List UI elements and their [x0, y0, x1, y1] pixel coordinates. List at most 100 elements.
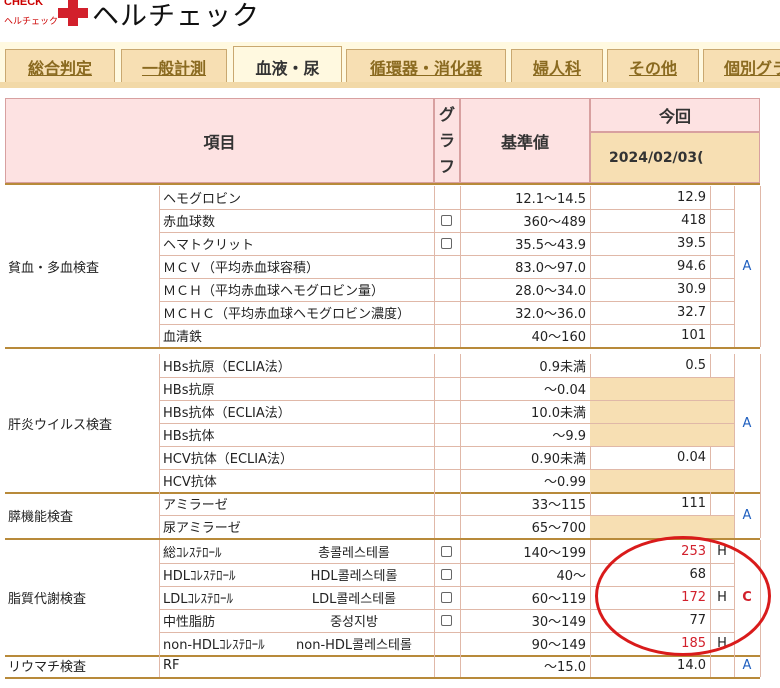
item-name: ＭＣＨ（平均赤血球ヘモグロビン量）: [163, 284, 385, 299]
high-flag: [710, 654, 734, 677]
column-divider: [159, 654, 160, 677]
item-name: 血清鉄: [163, 330, 203, 345]
result-value: [590, 515, 710, 538]
tab-general-measurement[interactable]: 一般計測: [121, 49, 227, 83]
category-label: 脂質代謝検査: [8, 592, 87, 607]
reference-range: 10.0未満: [531, 406, 586, 421]
item-name: HBs抗原（ECLIA法）: [163, 360, 291, 375]
high-flag: [710, 278, 734, 301]
header-date: 2024/02/03(: [590, 132, 760, 183]
annotation-circle: [595, 536, 771, 656]
column-divider: [434, 654, 435, 677]
group-separator: [5, 677, 760, 679]
result-value: 32.7: [677, 305, 706, 320]
tab-individual-graph[interactable]: 個別グラ: [703, 49, 780, 83]
graph-checkbox[interactable]: [441, 215, 452, 226]
grade-label: A: [742, 415, 752, 431]
column-divider: [434, 186, 435, 347]
result-value: 101: [681, 328, 706, 343]
reference-range: 140～199: [523, 546, 586, 561]
item-translation: 총콜레스테롤: [318, 546, 390, 561]
column-divider: [734, 354, 735, 492]
high-flag: [710, 209, 734, 232]
reference-range: ～9.9: [552, 429, 586, 444]
reference-range: 60～119: [531, 592, 586, 607]
graph-checkbox[interactable]: [441, 546, 452, 557]
column-divider: [760, 654, 761, 677]
reference-range: 33～115: [531, 498, 586, 513]
red-cross-icon: [58, 0, 88, 26]
high-flag: [710, 255, 734, 278]
result-value: 12.9: [677, 190, 706, 205]
category-label: 膵機能検査: [8, 509, 74, 525]
high-flag: [710, 469, 734, 492]
header-reference: 基準値: [460, 98, 590, 183]
grade-label: A: [742, 658, 752, 673]
result-value: [590, 423, 710, 446]
item-translation: HDL콜레스테롤: [310, 569, 398, 584]
item-translation: 중성지방: [330, 615, 378, 630]
result-value: 418: [681, 213, 706, 228]
group-separator: [5, 347, 760, 349]
graph-checkbox[interactable]: [441, 615, 452, 626]
result-value: [590, 469, 710, 492]
result-value: 14.0: [677, 658, 706, 673]
column-divider: [434, 540, 435, 655]
header-item: 項目: [5, 98, 434, 183]
result-value: [590, 400, 710, 423]
high-flag: [710, 301, 734, 324]
app-title: ヘルチェック: [92, 1, 260, 32]
high-flag: [710, 400, 734, 423]
category-label: 貧血・多血検査: [8, 261, 100, 276]
reference-range: 360～489: [523, 215, 586, 230]
column-divider: [159, 186, 160, 347]
tab-blood-urine[interactable]: 血液・尿: [233, 46, 342, 86]
header-graph: グ ラ フ: [434, 98, 460, 183]
grade-label: A: [742, 259, 752, 274]
tab-underline: [0, 82, 780, 88]
reference-range: 83.0～97.0: [515, 261, 586, 276]
graph-checkbox[interactable]: [441, 592, 452, 603]
tab-other[interactable]: その他: [607, 49, 699, 83]
item-name: アミラーゼ: [163, 498, 228, 513]
graph-checkbox[interactable]: [441, 569, 452, 580]
result-value: 39.5: [677, 236, 706, 251]
reference-range: ～15.0: [544, 660, 586, 675]
item-translation: LDL콜레스테롤: [311, 592, 397, 607]
column-divider: [760, 354, 761, 492]
header-graph-3: フ: [438, 156, 455, 176]
tab-overall[interactable]: 総合判定: [5, 49, 115, 83]
item-name: HCV抗体: [163, 475, 217, 490]
reference-range: 40～160: [531, 330, 586, 345]
high-flag: [710, 324, 734, 347]
item-name: 赤血球数: [163, 215, 216, 230]
reference-range: 32.0～36.0: [515, 307, 586, 322]
grade-label: A: [742, 507, 752, 523]
result-value: [590, 377, 710, 400]
item-name: RF: [163, 658, 180, 673]
high-flag: [710, 186, 734, 209]
column-divider: [159, 540, 160, 655]
item-name: ＭＣＶ（平均赤血球容積）: [163, 261, 320, 276]
reference-range: 30～149: [531, 615, 586, 630]
reference-range: 40～: [556, 569, 586, 584]
column-divider: [734, 186, 735, 347]
reference-range: 12.1～14.5: [515, 192, 586, 207]
column-divider: [760, 492, 761, 538]
item-name: 尿アミラーゼ: [163, 521, 241, 536]
tab-gynecology[interactable]: 婦人科: [511, 49, 603, 83]
category-label: 肝炎ウイルス検査: [8, 417, 113, 433]
item-name: HBs抗体: [163, 429, 215, 444]
column-divider: [734, 492, 735, 538]
result-value: 0.5: [685, 358, 706, 373]
reference-range: 90～149: [531, 638, 586, 653]
column-divider: [734, 654, 735, 677]
tab-circulatory-digestive[interactable]: 循環器・消化器: [346, 49, 506, 83]
reference-range: 28.0～34.0: [515, 284, 586, 299]
graph-checkbox[interactable]: [441, 238, 452, 249]
result-value: 111: [681, 496, 706, 511]
result-value: 0.04: [677, 450, 706, 465]
high-flag: [710, 423, 734, 446]
column-divider: [760, 186, 761, 347]
header-current: 今回: [590, 98, 760, 132]
